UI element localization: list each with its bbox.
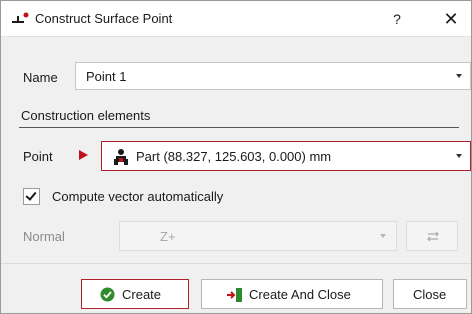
- normal-value: Z+: [160, 229, 176, 244]
- create-and-close-icon: [227, 288, 242, 302]
- create-button-label: Create: [122, 287, 162, 302]
- point-element-combobox[interactable]: Part (88.327, 125.603, 0.000) mm: [101, 141, 471, 171]
- chevron-down-icon: [380, 234, 386, 238]
- selection-arrow-icon: [79, 150, 88, 160]
- point-element-value: Part (88.327, 125.603, 0.000) mm: [136, 149, 332, 164]
- name-label: Name: [23, 70, 58, 85]
- swap-arrows-icon: [427, 231, 439, 242]
- chevron-down-icon: [456, 74, 462, 78]
- compute-vector-label: Compute vector automatically: [52, 189, 224, 204]
- checkmark-icon: [25, 189, 37, 201]
- name-combobox[interactable]: Point 1: [75, 62, 471, 90]
- point-label: Point: [23, 149, 53, 164]
- surface-point-icon: [12, 12, 29, 23]
- create-and-close-label: Create And Close: [249, 287, 351, 302]
- create-and-close-button[interactable]: Create And Close: [201, 279, 383, 309]
- footer-divider: [1, 263, 471, 264]
- normal-label: Normal: [23, 229, 65, 244]
- close-window-button[interactable]: ✕: [439, 7, 463, 31]
- construction-elements-heading: Construction elements: [21, 108, 151, 123]
- part-icon: [114, 149, 128, 165]
- create-button[interactable]: Create: [81, 279, 189, 309]
- check-circle-icon: [100, 287, 115, 302]
- compute-vector-checkbox[interactable]: [23, 188, 40, 205]
- help-button[interactable]: ?: [387, 9, 407, 29]
- close-button[interactable]: Close: [393, 279, 467, 309]
- flip-direction-button[interactable]: [406, 221, 458, 251]
- name-value: Point 1: [86, 69, 127, 84]
- close-button-label: Close: [413, 287, 447, 302]
- normal-combobox[interactable]: Z+: [119, 221, 397, 251]
- section-divider: [19, 127, 459, 128]
- construct-surface-point-dialog: Construct Surface Point ? ✕ Name Point 1…: [0, 0, 472, 314]
- chevron-down-icon: [456, 154, 462, 158]
- title-bar: Construct Surface Point ? ✕: [1, 1, 471, 37]
- dialog-title: Construct Surface Point: [35, 11, 173, 26]
